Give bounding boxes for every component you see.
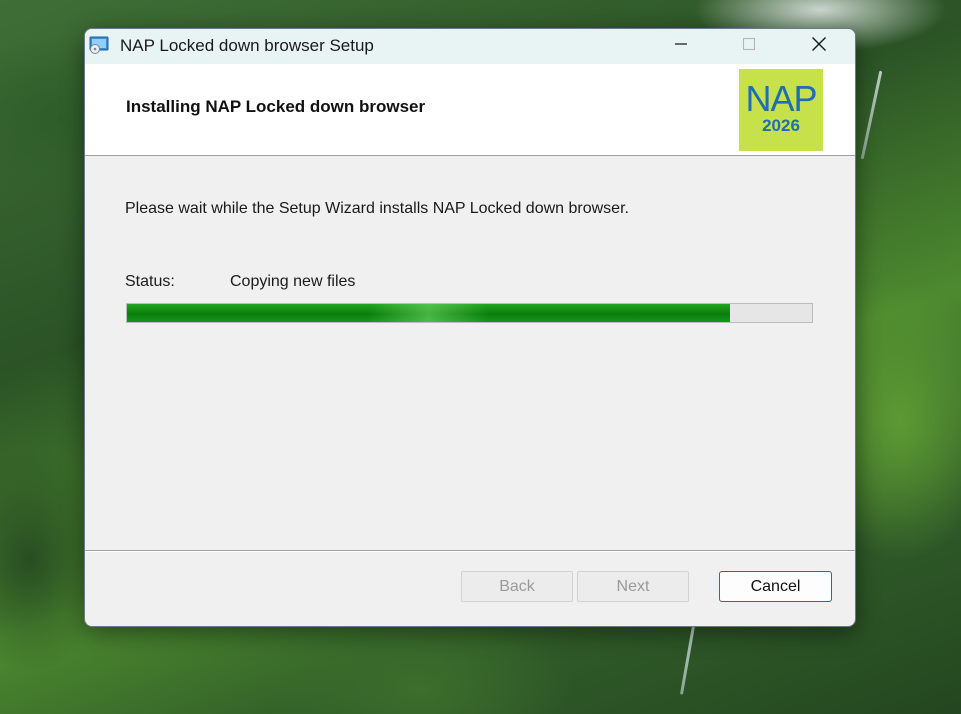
- cancel-button[interactable]: Cancel: [719, 571, 832, 602]
- window-title: NAP Locked down browser Setup: [120, 36, 374, 55]
- page-title: Installing NAP Locked down browser: [126, 97, 426, 116]
- background-waterfall: [679, 625, 696, 695]
- progress-fill: [127, 304, 730, 322]
- status-label: Status:: [125, 273, 175, 290]
- close-button[interactable]: [796, 29, 842, 64]
- setup-window: NAP Locked down browser Setup Installing…: [84, 28, 856, 627]
- maximize-icon: [742, 37, 756, 56]
- footer-divider: [85, 550, 855, 552]
- installer-disk-icon: [89, 36, 109, 54]
- logo-year: 2026: [762, 116, 800, 135]
- wizard-header: Installing NAP Locked down browser NAP 2…: [85, 64, 855, 156]
- install-progress-bar: [126, 303, 813, 323]
- nap-logo: NAP 2026: [739, 69, 823, 151]
- background-waterfall: [860, 70, 883, 160]
- logo-text: NAP: [745, 78, 817, 119]
- next-button[interactable]: Next: [577, 571, 689, 602]
- back-button[interactable]: Back: [461, 571, 573, 602]
- minimize-button[interactable]: [658, 29, 704, 64]
- close-icon: [811, 36, 827, 57]
- minimize-icon: [674, 37, 688, 56]
- maximize-button[interactable]: [726, 29, 772, 64]
- status-value: Copying new files: [230, 273, 356, 290]
- install-message: Please wait while the Setup Wizard insta…: [125, 200, 629, 217]
- title-bar[interactable]: NAP Locked down browser Setup: [85, 29, 855, 64]
